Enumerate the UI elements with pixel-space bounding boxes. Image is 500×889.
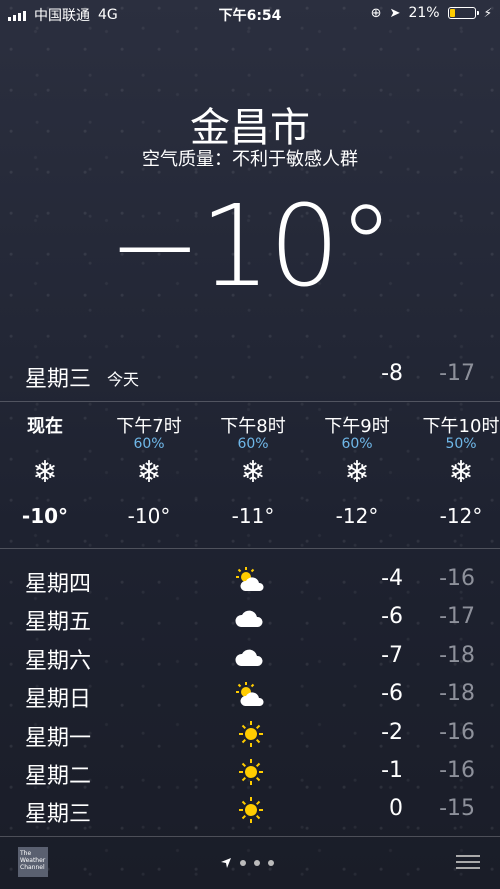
bottom-bar: The Weather Channel [0,837,500,889]
day-name: 星期三 [25,802,92,828]
battery-percent: 21% [408,5,440,21]
today-low: -17 [439,361,475,386]
hourly-item: 下午9时 60% ❄ -12° [307,412,407,528]
day-low: -16 [439,757,475,783]
status-bar: 中国联通 4G 下午6:54 ⊕ ➤ 21% ⚡ [0,0,500,26]
hour-temp: -12° [335,504,379,528]
city-list-icon[interactable] [456,855,480,871]
page-dot [240,860,246,866]
day-low: -18 [439,642,475,668]
hour-temp: -10° [127,504,171,528]
weather-channel-logo[interactable]: The Weather Channel [18,847,48,877]
daily-row: 星期五 -6 -17 [25,601,475,639]
hour-label: 下午8时 [220,416,286,437]
today-row: 星期三 今天 -8 -17 [25,358,475,392]
day-high: -4 [381,566,403,591]
air-quality: 空气质量：不利于敏感人群 [142,149,358,170]
page-indicator[interactable] [220,857,274,869]
hourly-item: 下午10时 50% ❄ -12° [411,412,500,528]
precip-chance: 60% [341,436,373,452]
day-name: 星期一 [25,725,92,751]
day-high: -1 [381,757,403,783]
daily-row: 星期三 0 -15 [25,793,475,831]
today-tag: 今天 [107,370,140,389]
hour-temp: -12° [439,504,483,528]
sun-icon [233,719,269,749]
day-low: -15 [439,796,475,822]
hour-label: 下午7时 [116,416,182,437]
charging-icon: ⚡ [483,6,492,20]
day-low: -16 [439,566,475,591]
battery-icon [447,7,479,19]
page-dot [268,860,274,866]
day-low: -17 [439,604,475,630]
daily-row: 星期六 -7 -18 [25,640,475,678]
day-high: 0 [389,796,403,822]
page-dot [254,860,260,866]
precip-chance: 50% [445,436,477,452]
hour-temp: -10° [21,504,69,528]
divider [0,548,500,549]
day-high: -6 [381,604,403,630]
hourly-forecast[interactable]: 现在 ❄ -10° 下午7时 60% ❄ -10° 下午8时 60% ❄ -11° 下午9时 60% ❄ -… [0,412,500,542]
precip-chance: 60% [133,436,165,452]
day-name: 星期六 [25,648,92,674]
day-high: -7 [381,642,403,668]
location-arrow-icon [221,858,231,868]
partly-cloudy-icon [233,680,269,710]
hourly-item: 现在 ❄ -10° [0,412,95,528]
daily-row: 星期二 -1 -16 [25,755,475,793]
day-low: -18 [439,681,475,707]
hour-temp: -11° [231,504,275,528]
location-arrow-icon: ➤ [389,5,401,21]
divider [0,401,500,402]
cloud-icon [233,642,269,672]
sun-icon [233,795,269,825]
today-day: 星期三 [25,367,92,392]
daily-row: 星期一 -2 -16 [25,717,475,755]
snowflake-icon: ❄ [136,455,162,490]
status-right: ⊕ ➤ 21% ⚡ [371,5,492,21]
hour-label: 下午9时 [324,416,390,437]
rotation-lock-icon: ⊕ [370,5,382,21]
daily-forecast[interactable]: 星期四 -4 -16 星期五 -6 -17 星期六 -7 -18 星期日 -6 -18 星期一 -2 -16… [25,563,475,832]
snowflake-icon: ❄ [344,455,370,490]
day-name: 星期五 [25,610,92,636]
daily-row: 星期四 -4 -16 [25,563,475,601]
day-high: -6 [381,681,403,707]
cloud-icon [233,603,269,633]
precip-chance [0,436,95,454]
day-name: 星期四 [25,572,92,597]
snowflake-icon: ❄ [240,455,266,490]
day-high: -2 [381,719,403,745]
hourly-item: 下午8时 60% ❄ -11° [203,412,303,528]
hour-label: 现在 [27,416,63,437]
snowflake-icon: ❄ [448,455,474,490]
current-temperature: −10° [107,182,394,312]
precip-chance: 60% [237,436,269,452]
hourly-item: 下午7时 60% ❄ -10° [99,412,199,528]
day-low: -16 [439,719,475,745]
day-name: 星期二 [25,763,92,789]
today-high: -8 [381,361,403,386]
sun-icon [233,757,269,787]
partly-cloudy-icon [233,565,269,595]
battery-fill [449,9,455,17]
day-name: 星期日 [25,687,92,713]
snowflake-icon: ❄ [32,455,58,490]
hour-label: 下午10时 [422,416,500,437]
daily-row: 星期日 -6 -18 [25,678,475,716]
